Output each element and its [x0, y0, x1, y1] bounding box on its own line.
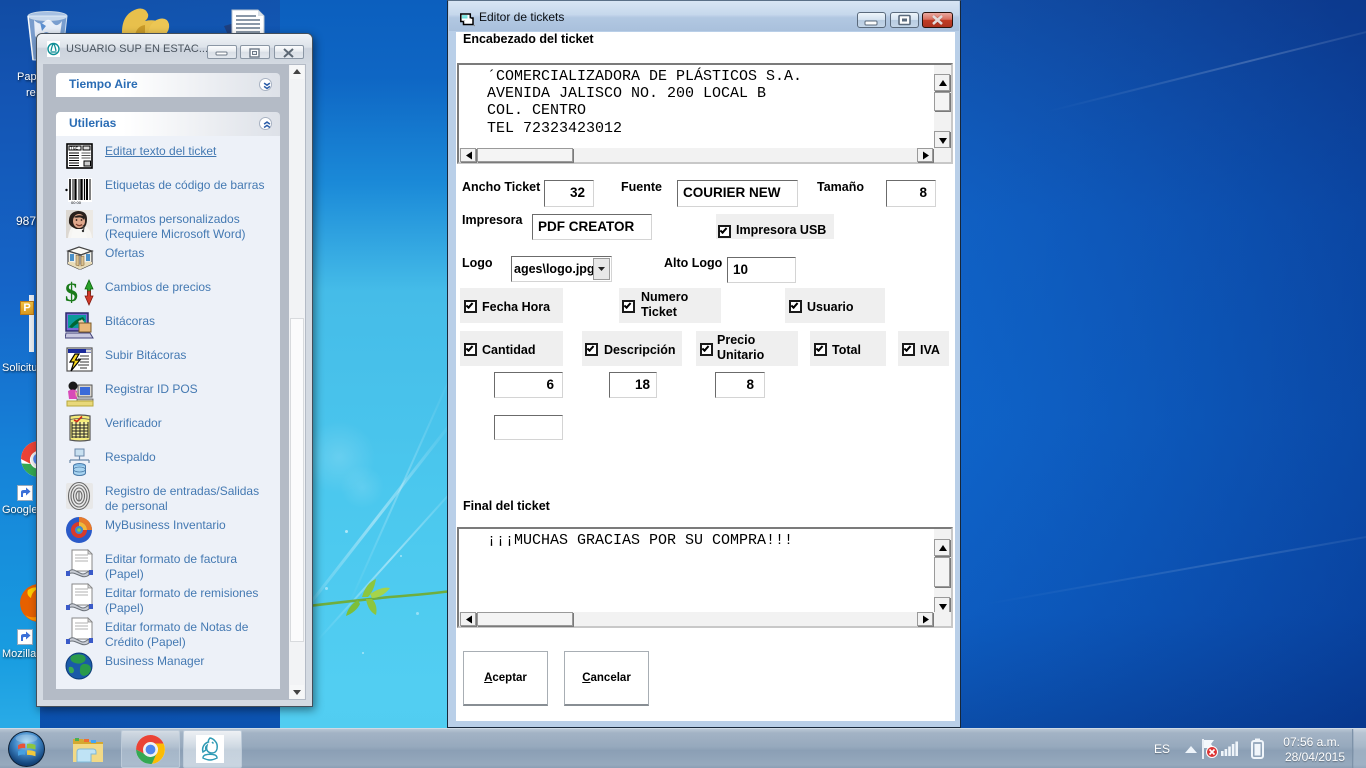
- svg-text:TGE: TGE: [70, 146, 78, 152]
- svg-text:$: $: [65, 278, 78, 307]
- svg-text:00 00: 00 00: [71, 200, 82, 205]
